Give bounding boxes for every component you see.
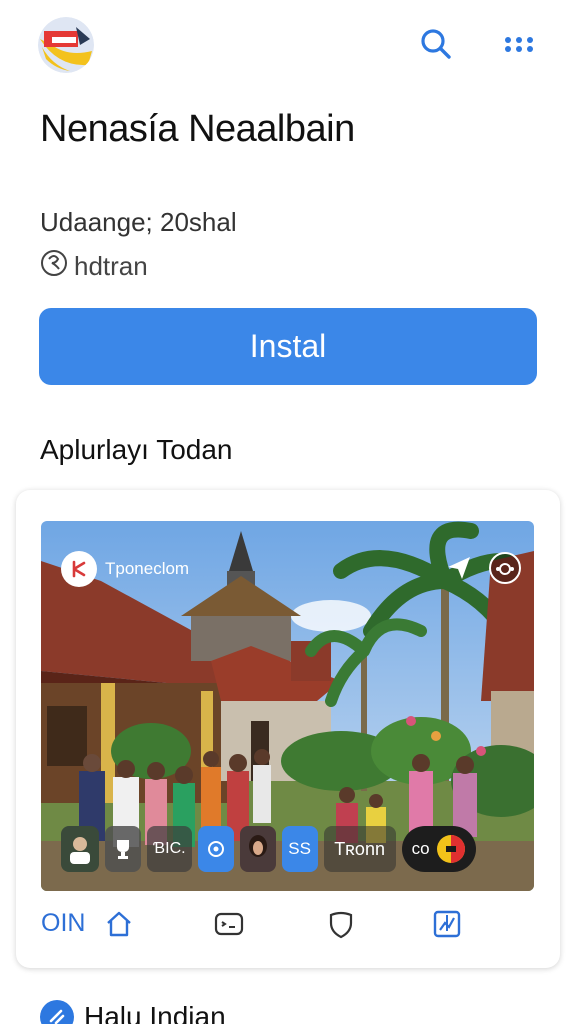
install-button[interactable]: Instal: [39, 308, 537, 385]
channel-chip[interactable]: Tponeclom: [61, 550, 189, 588]
share-icon[interactable]: [444, 553, 474, 583]
strip-label-2[interactable]: SS: [281, 826, 318, 872]
strip-label-4: co: [411, 839, 430, 858]
gamepad-icon[interactable]: [211, 906, 247, 942]
next-section[interactable]: Halu Indian: [40, 997, 226, 1024]
portrait-thumb[interactable]: [239, 826, 276, 872]
channel-logo-icon: [61, 551, 97, 587]
media-strip: ƁIC. SS Tʀonn co: [61, 825, 521, 873]
flag-badge-icon: [436, 834, 466, 864]
app-icon: [40, 1000, 74, 1024]
tab-oin[interactable]: OIN: [41, 909, 85, 938]
flag-logo-icon[interactable]: [38, 17, 94, 73]
next-section-title: Halu Indian: [84, 1001, 226, 1024]
top-bar: [0, 0, 576, 90]
media-actions: [444, 551, 522, 585]
card-tab-bar: OIN: [41, 904, 511, 948]
link-chip[interactable]: co: [401, 826, 476, 872]
more-horizontal-icon[interactable]: [499, 24, 539, 64]
target-icon[interactable]: [197, 826, 234, 872]
section-title: Aplurlayı Todan: [40, 434, 233, 465]
strip-label-1: ƁIC.: [147, 826, 192, 872]
chart-icon[interactable]: [429, 906, 465, 942]
channel-name: Tponeclom: [105, 559, 190, 578]
strip-label-3: Tʀonn: [323, 826, 396, 872]
home-icon[interactable]: [101, 906, 137, 942]
developer-name: hdtran: [74, 251, 148, 281]
trophy-icon[interactable]: [105, 826, 141, 872]
app-title: Nenasía Neaalbain: [40, 108, 355, 150]
camera-icon[interactable]: [488, 551, 522, 585]
media-card: Tponeclom ƁIC. SS Tʀonn co OIN: [16, 490, 560, 968]
developer-line[interactable]: hdtran: [40, 249, 148, 284]
shield-icon[interactable]: [323, 906, 359, 942]
avatar-thumb[interactable]: [61, 826, 99, 872]
search-icon[interactable]: [416, 24, 456, 64]
update-info: Udaange; 20shal: [40, 207, 237, 237]
developer-icon: [40, 249, 68, 284]
preview-photo[interactable]: Tponeclom ƁIC. SS Tʀonn co: [41, 521, 534, 891]
